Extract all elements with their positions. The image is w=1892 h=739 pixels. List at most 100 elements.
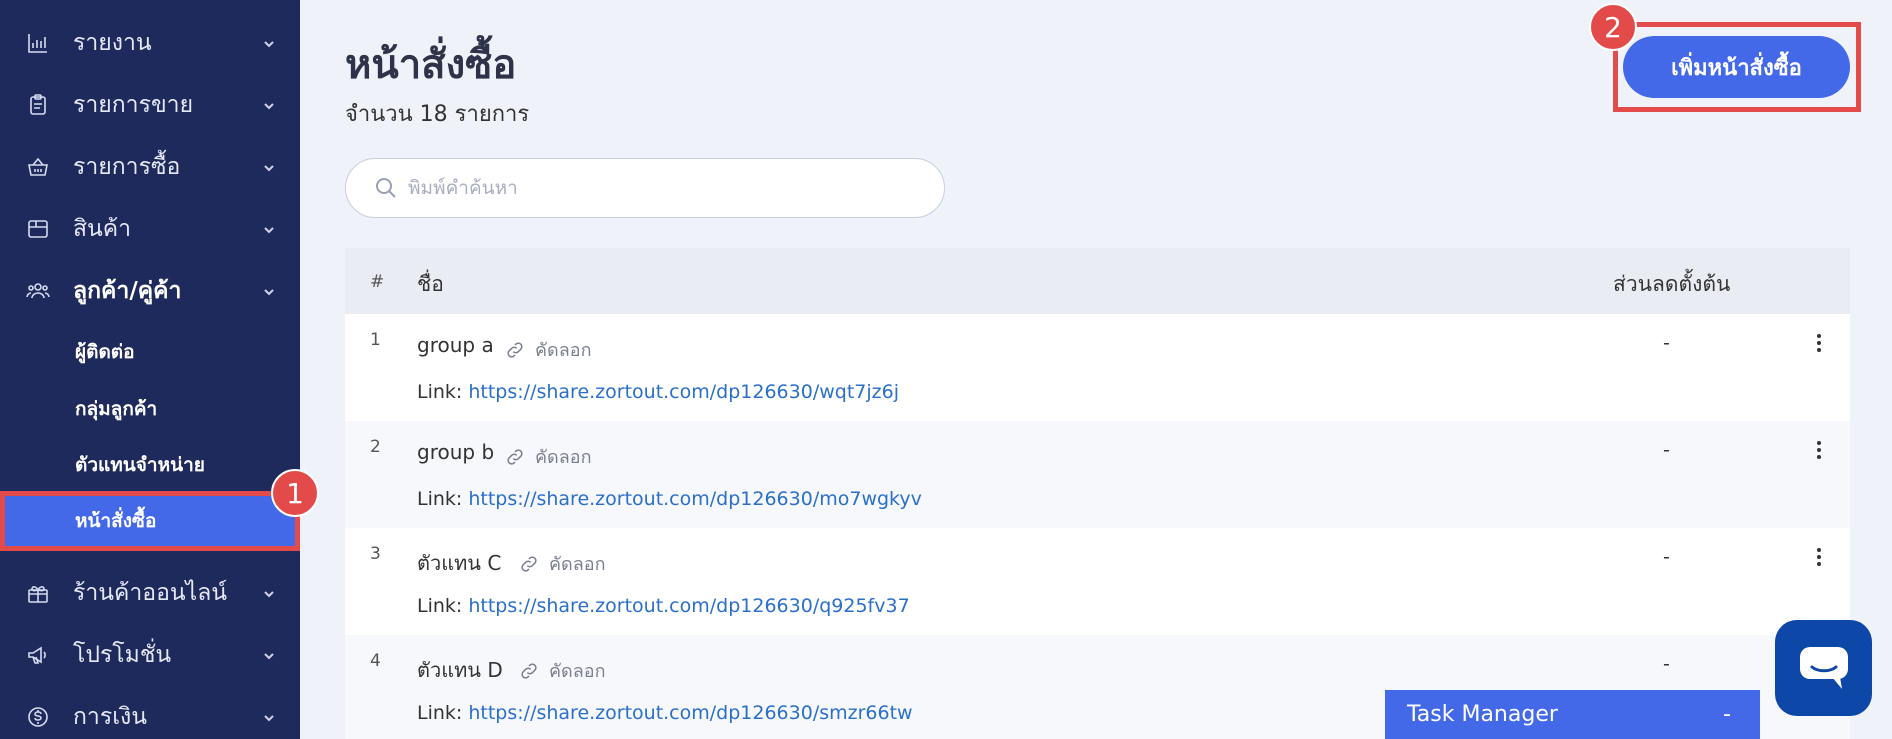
sidebar-item-label: รายงาน — [73, 30, 152, 56]
copy-link-button[interactable]: คัดลอก — [505, 442, 591, 471]
table-row: 3 ตัวแทน C คัดลอก Link: https://share.zo… — [345, 528, 1850, 635]
row-name: group b — [417, 440, 495, 464]
link-icon — [507, 448, 523, 465]
task-manager-minimize-button[interactable]: - — [1723, 702, 1731, 727]
chevron-down-icon — [262, 222, 276, 236]
row-link: Link: https://share.zortout.com/dp126630… — [417, 381, 899, 403]
row-number: 1 — [370, 330, 381, 350]
copy-link-button[interactable]: คัดลอก — [519, 549, 605, 578]
row-link: Link: https://share.zortout.com/dp126630… — [417, 595, 910, 617]
column-header-number: # — [370, 272, 385, 292]
column-header-discount: ส่วนลดตั้งต้น — [1613, 272, 1731, 296]
copy-link-button[interactable]: คัดลอก — [519, 656, 605, 685]
row-link: Link: https://share.zortout.com/dp126630… — [417, 488, 922, 510]
row-discount: - — [1663, 546, 1670, 568]
link-prefix: Link: — [417, 488, 469, 510]
sidebar-subitem-label: ผู้ติดต่อ — [75, 341, 135, 363]
record-count: จำนวน 18 รายการ — [345, 102, 530, 127]
task-manager-bar[interactable]: Task Manager - — [1385, 690, 1760, 739]
row-link-url[interactable]: https://share.zortout.com/dp126630/smzr6… — [468, 702, 912, 724]
order-pages-table: # ชื่อ ส่วนลดตั้งต้น 1 group a คัดลอก Li… — [345, 248, 1850, 739]
task-manager-label: Task Manager — [1407, 702, 1558, 727]
sidebar-subitem-label: ตัวแทนจำหน่าย — [75, 454, 205, 476]
row-discount: - — [1663, 653, 1670, 675]
box-icon — [24, 215, 52, 243]
clipboard-icon — [24, 91, 52, 119]
row-link-url[interactable]: https://share.zortout.com/dp126630/mo7wg… — [468, 488, 922, 510]
sidebar-item-finance[interactable]: การเงิน — [0, 692, 300, 739]
row-menu-icon[interactable] — [1813, 438, 1825, 462]
sidebar-item-reports[interactable]: รายงาน — [0, 18, 300, 68]
chat-button[interactable] — [1775, 620, 1872, 716]
sidebar-item-products[interactable]: สินค้า — [0, 204, 300, 254]
dollar-icon — [24, 703, 52, 731]
chevron-down-icon — [262, 36, 276, 50]
chevron-down-icon — [262, 648, 276, 662]
chevron-down-icon — [262, 284, 276, 298]
sidebar-subitem-dealers[interactable]: ตัวแทนจำหน่าย — [0, 440, 300, 490]
row-name: group a — [417, 333, 494, 357]
link-prefix: Link: — [417, 381, 469, 403]
table-row: 2 group b คัดลอก Link: https://share.zor… — [345, 421, 1850, 528]
sidebar: รายงาน รายการขาย รายการซื้อ สินค้า ลูกค้… — [0, 0, 300, 739]
table-header: # ชื่อ ส่วนลดตั้งต้น — [345, 248, 1850, 314]
copy-label: คัดลอก — [549, 554, 606, 575]
add-order-page-button[interactable]: เพิ่มหน้าสั่งซื้อ — [1623, 36, 1850, 98]
sidebar-item-label: สินค้า — [73, 216, 132, 242]
row-link-url[interactable]: https://share.zortout.com/dp126630/q925f… — [468, 595, 909, 617]
page-title: หน้าสั่งซื้อ — [345, 42, 517, 88]
link-icon — [521, 662, 537, 679]
annotation-badge-1: 1 — [271, 469, 319, 517]
bar-chart-icon — [24, 29, 52, 57]
link-icon — [507, 341, 523, 358]
search-box — [345, 158, 945, 218]
copy-label: คัดลอก — [535, 447, 592, 468]
row-link: Link: https://share.zortout.com/dp126630… — [417, 702, 913, 724]
sidebar-subitem-contacts[interactable]: ผู้ติดต่อ — [0, 327, 300, 377]
basket-icon — [24, 153, 52, 181]
row-link-url[interactable]: https://share.zortout.com/dp126630/wqt7j… — [468, 381, 899, 403]
row-name: ตัวแทน C — [417, 551, 502, 575]
sidebar-item-purchases[interactable]: รายการซื้อ — [0, 142, 300, 192]
annotation-badge-2: 2 — [1589, 3, 1637, 51]
sidebar-item-label: ร้านค้าออนไลน์ — [73, 580, 228, 606]
megaphone-icon — [24, 641, 52, 669]
row-number: 3 — [370, 544, 381, 564]
chevron-down-icon — [262, 160, 276, 174]
table-row: 1 group a คัดลอก Link: https://share.zor… — [345, 314, 1850, 421]
row-discount: - — [1663, 332, 1670, 354]
row-menu-icon[interactable] — [1813, 545, 1825, 569]
copy-label: คัดลอก — [535, 340, 592, 361]
chevron-down-icon — [262, 710, 276, 724]
row-discount: - — [1663, 439, 1670, 461]
row-menu-icon[interactable] — [1813, 331, 1825, 355]
row-name: ตัวแทน D — [417, 658, 503, 682]
sidebar-item-label: รายการขาย — [73, 92, 194, 118]
sidebar-item-label: โปรโมชั่น — [73, 642, 172, 668]
link-prefix: Link: — [417, 702, 469, 724]
copy-link-button[interactable]: คัดลอก — [505, 335, 591, 364]
row-number: 4 — [370, 651, 381, 671]
copy-label: คัดลอก — [549, 661, 606, 682]
sidebar-subitem-label: กลุ่มลูกค้า — [75, 398, 158, 420]
sidebar-item-label: รายการซื้อ — [73, 154, 181, 180]
gift-icon — [24, 579, 52, 607]
chevron-down-icon — [262, 586, 276, 600]
sidebar-item-label: การเงิน — [73, 704, 148, 730]
sidebar-item-promotions[interactable]: โปรโมชั่น — [0, 630, 300, 680]
sidebar-item-sales[interactable]: รายการขาย — [0, 80, 300, 130]
link-prefix: Link: — [417, 595, 469, 617]
sidebar-item-online-store[interactable]: ร้านค้าออนไลน์ — [0, 568, 300, 618]
chevron-down-icon — [262, 98, 276, 112]
search-input[interactable] — [408, 171, 918, 205]
sidebar-subitem-customer-groups[interactable]: กลุ่มลูกค้า — [0, 384, 300, 434]
sidebar-item-customers[interactable]: ลูกค้า/คู่ค้า — [0, 266, 300, 316]
chat-bubble-icon — [1799, 647, 1848, 689]
users-icon — [24, 277, 52, 305]
column-header-name: ชื่อ — [417, 272, 444, 296]
annotation-highlight-1 — [0, 491, 300, 551]
link-icon — [521, 555, 537, 572]
sidebar-item-label: ลูกค้า/คู่ค้า — [73, 278, 182, 304]
search-icon — [374, 176, 398, 200]
row-number: 2 — [370, 437, 381, 457]
